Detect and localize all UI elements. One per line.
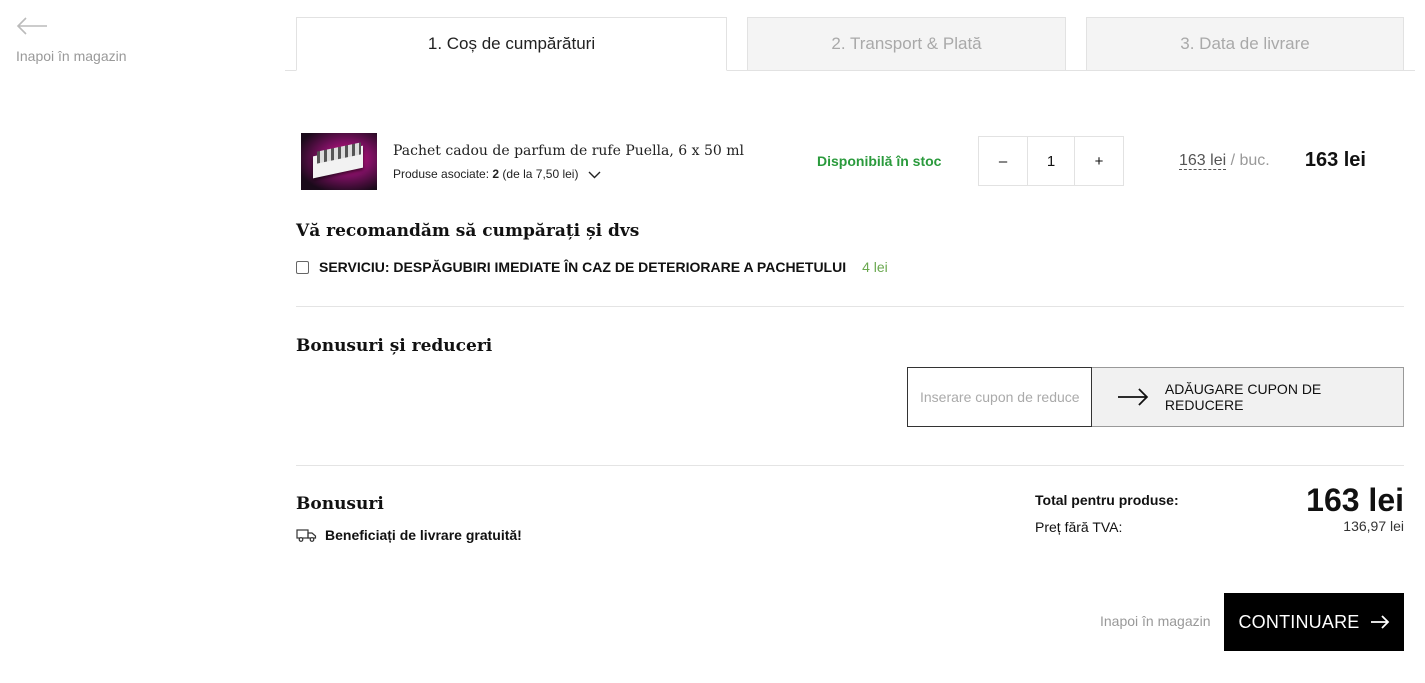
increase-quantity-button[interactable]: +: [1075, 137, 1123, 185]
divider: [296, 306, 1404, 307]
continue-label: CONTINUARE: [1238, 611, 1360, 632]
net-price-value: 136,97 lei: [1343, 518, 1404, 534]
tab-transport-payment[interactable]: 2. Transport & Plată: [747, 17, 1066, 71]
divider: [296, 465, 1404, 466]
quantity-stepper: – 1 +: [978, 136, 1124, 186]
arrow-left-icon: [16, 17, 47, 35]
bonus-title: Bonusuri: [296, 494, 384, 514]
continue-button[interactable]: CONTINUARE: [1224, 593, 1404, 651]
total-value: 163 lei: [1306, 482, 1404, 518]
tab-cart[interactable]: 1. Coș de cumpărături: [296, 17, 727, 71]
totals-labels: Total pentru produse: Preț fără TVA:: [1035, 492, 1179, 535]
service-checkbox[interactable]: [296, 260, 309, 274]
assoc-prefix: Produse asociate:: [393, 167, 493, 181]
unit-price-value[interactable]: 163 lei: [1179, 152, 1227, 170]
product-image[interactable]: [301, 133, 377, 190]
back-to-shop-bottom-link[interactable]: Inapoi în magazin: [1100, 613, 1211, 629]
product-name[interactable]: Pachet cadou de parfum de rufe Puella, 6…: [393, 143, 744, 159]
totals-values: 163 lei 136,97 lei: [1306, 483, 1404, 534]
unit-price-suffix: / buc.: [1226, 152, 1270, 169]
line-total: 163 lei: [1304, 149, 1366, 171]
add-coupon-label: ADĂUGARE CUPON DE REDUCERE: [1164, 381, 1322, 413]
associated-products-toggle[interactable]: Produse asociate: 2 (de la 7,50 lei): [393, 167, 601, 181]
service-price: 4 lei: [862, 259, 888, 275]
chevron-down-icon: [588, 171, 601, 179]
coupon-input[interactable]: [907, 367, 1092, 427]
discounts-title: Bonusuri și reduceri: [296, 336, 493, 356]
truck-icon: [296, 529, 317, 542]
cart-item: Pachet cadou de parfum de rufe Puella, 6…: [296, 128, 1406, 194]
back-to-shop-link[interactable]: Inapoi în magazin: [16, 16, 156, 64]
back-to-shop-label: Inapoi în magazin: [16, 48, 127, 64]
add-coupon-button[interactable]: ADĂUGARE CUPON DE REDUCERE: [1092, 367, 1404, 427]
arrow-right-icon: [1117, 388, 1149, 406]
decrease-quantity-button[interactable]: –: [979, 137, 1027, 185]
service-option[interactable]: SERVICIU: DESPĂGUBIRI IMEDIATE ÎN CAZ DE…: [296, 259, 888, 275]
checkout-steps: 1. Coș de cumpărături 2. Transport & Pla…: [285, 17, 1415, 71]
total-label: Total pentru produse:: [1035, 492, 1179, 508]
quantity-value[interactable]: 1: [1027, 137, 1075, 185]
free-delivery-note: Beneficiați de livrare gratuită!: [296, 527, 522, 543]
service-label[interactable]: SERVICIU: DESPĂGUBIRI IMEDIATE ÎN CAZ DE…: [319, 259, 846, 275]
arrow-right-icon: [1370, 615, 1389, 629]
tab-delivery-date[interactable]: 3. Data de livrare: [1086, 17, 1404, 71]
net-price-label: Preț fără TVA:: [1035, 519, 1123, 535]
stock-status: Disponibilă în stoc: [817, 153, 942, 169]
recommend-title: Vă recomandăm să cumpărați și dvs: [296, 221, 640, 241]
assoc-suffix: (de la 7,50 lei): [499, 167, 579, 181]
coupon-form: ADĂUGARE CUPON DE REDUCERE: [907, 367, 1404, 427]
unit-price: 163 lei / buc.: [1179, 152, 1270, 170]
free-delivery-text: Beneficiați de livrare gratuită!: [325, 527, 522, 543]
